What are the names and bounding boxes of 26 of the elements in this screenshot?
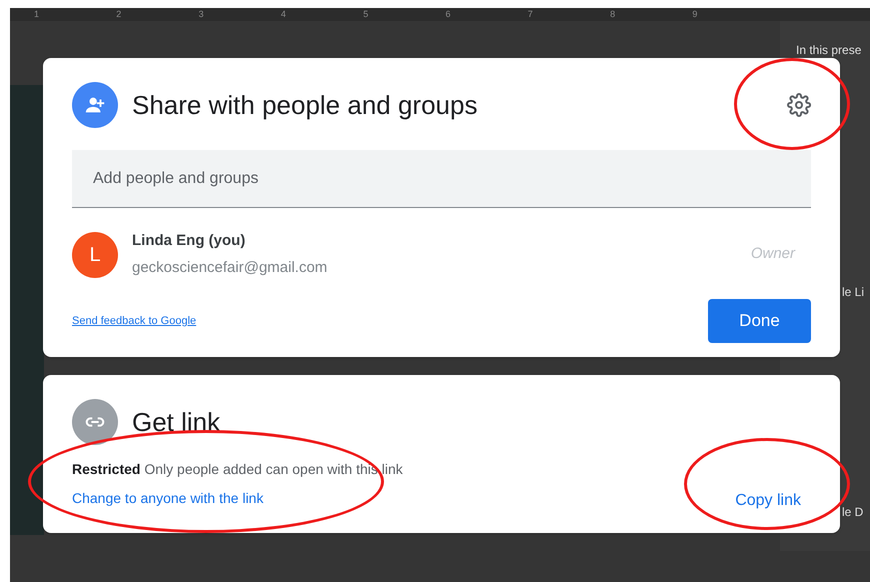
settings-icon — [787, 93, 811, 117]
ruler-number: 8 — [610, 8, 616, 21]
avatar: L — [72, 232, 118, 278]
person-name: Linda Eng (you) — [132, 231, 246, 251]
dialog-title: Share with people and groups — [132, 88, 478, 122]
ruler-number: 7 — [528, 8, 534, 21]
feedback-link[interactable]: Send feedback to Google — [72, 312, 196, 330]
add-people-field[interactable]: Add people and groups — [72, 150, 811, 208]
ruler-number: 1 — [34, 8, 40, 21]
panel-item: le Li — [842, 284, 864, 301]
ruler-number: 6 — [445, 8, 452, 21]
person-email: geckosciencefair@gmail.com — [132, 258, 328, 278]
ruler-number: 4 — [280, 8, 287, 21]
panel-item: le D — [842, 504, 864, 521]
ruler-number: 5 — [363, 8, 370, 21]
ruler-number: 9 — [692, 8, 698, 21]
link-icon — [72, 399, 118, 445]
section-title: Get link — [132, 406, 220, 438]
ruler-number: 2 — [116, 8, 122, 21]
done-button[interactable]: Done — [708, 299, 811, 343]
change-access-link[interactable]: Change to anyone with the link — [72, 488, 403, 509]
ruler-number: 3 — [198, 8, 205, 21]
panel-heading: In this prese — [796, 42, 862, 59]
role-label: Owner — [750, 244, 795, 264]
copy-link-button[interactable]: Copy link — [729, 483, 807, 519]
add-person-icon — [72, 82, 118, 128]
